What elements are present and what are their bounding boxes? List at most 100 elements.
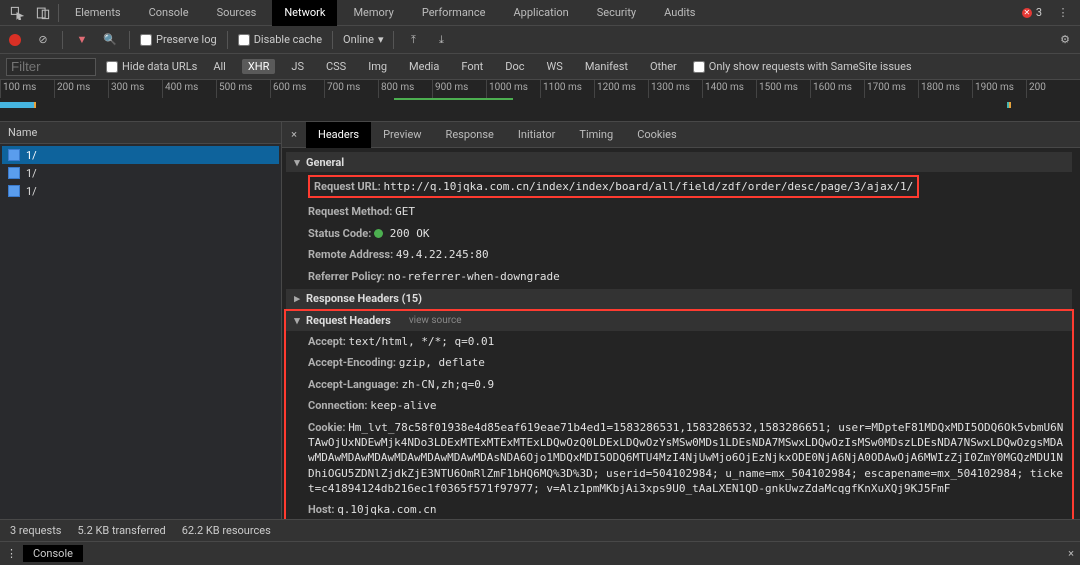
timeline-bar [0, 102, 36, 108]
col-header-name[interactable]: Name [0, 122, 281, 144]
request-row[interactable]: 1/ [2, 182, 279, 200]
remote-address-value: 49.4.22.245:80 [396, 248, 489, 261]
disable-cache-checkbox[interactable]: Disable cache [238, 33, 322, 46]
divider [227, 31, 228, 49]
type-filter-img[interactable]: Img [362, 59, 393, 74]
connection-value: keep-alive [370, 399, 436, 412]
status-requests: 3 requests [10, 524, 61, 537]
detail-tab-response[interactable]: Response [434, 122, 506, 148]
type-filter-other[interactable]: Other [644, 59, 683, 74]
section-response-headers-label: Response Headers (15) [306, 292, 422, 305]
divider [129, 31, 130, 49]
disable-cache-input[interactable] [238, 34, 250, 46]
throttle-select[interactable]: Online ▾ [343, 33, 383, 46]
timeline-tick: 1500 ms [756, 80, 810, 98]
file-icon [8, 149, 20, 161]
tab-elements[interactable]: Elements [63, 0, 133, 26]
section-response-headers[interactable]: ▸ Response Headers (15) [286, 289, 1072, 309]
type-filter-media[interactable]: Media [403, 59, 445, 74]
preserve-log-checkbox[interactable]: Preserve log [140, 33, 217, 46]
request-name: 1/ [26, 185, 37, 198]
status-code-key: Status Code: [308, 227, 371, 240]
section-request-headers[interactable]: ▾ Request Headers view source [286, 311, 1072, 331]
detail-tab-headers[interactable]: Headers [306, 122, 371, 148]
divider [62, 31, 63, 49]
tab-sources[interactable]: Sources [205, 0, 269, 26]
caret-down-icon: ▾ [292, 156, 302, 169]
tab-audits[interactable]: Audits [652, 0, 707, 26]
filter-input[interactable] [6, 58, 96, 76]
type-filter-css[interactable]: CSS [320, 59, 352, 74]
timeline-tick: 1800 ms [918, 80, 972, 98]
timeline-tick: 200 ms [54, 80, 108, 98]
section-general[interactable]: ▾ General [286, 152, 1072, 172]
accept-value: text/html, */*; q=0.01 [349, 335, 495, 348]
settings-icon[interactable]: ⋮ [1052, 2, 1074, 24]
clear-icon[interactable]: ⊘ [34, 31, 52, 49]
type-filter-font[interactable]: Font [455, 59, 489, 74]
record-button[interactable] [6, 31, 24, 49]
cookie-value: Hm_lvt_78c58f01938e4d85eaf619eae71b4ed1=… [308, 421, 1063, 496]
timeline-tick: 1600 ms [810, 80, 864, 98]
tab-application[interactable]: Application [501, 0, 580, 26]
type-filter-all[interactable]: All [207, 59, 232, 74]
close-icon[interactable]: × [282, 128, 306, 141]
detail-tab-timing[interactable]: Timing [567, 122, 625, 148]
samesite-label: Only show requests with SameSite issues [709, 60, 912, 73]
network-filterbar: Hide data URLs All XHR JS CSS Img Media … [0, 54, 1080, 80]
request-name: 1/ [26, 167, 37, 180]
type-filter-doc[interactable]: Doc [499, 59, 530, 74]
network-statusbar: 3 requests 5.2 KB transferred 62.2 KB re… [0, 519, 1080, 541]
type-filter-manifest[interactable]: Manifest [579, 59, 634, 74]
timeline-tick: 500 ms [216, 80, 270, 98]
accept-encoding-key: Accept-Encoding: [308, 356, 396, 369]
detail-tab-cookies[interactable]: Cookies [625, 122, 688, 148]
kebab-icon[interactable]: ⋮ [6, 547, 17, 560]
inspect-element-icon[interactable] [6, 2, 28, 24]
device-toolbar-icon[interactable] [32, 2, 54, 24]
accept-language-key: Accept-Language: [308, 378, 399, 391]
connection-key: Connection: [308, 399, 368, 412]
timeline-tick: 700 ms [324, 80, 378, 98]
timeline-tick: 900 ms [432, 80, 486, 98]
timeline-overview[interactable]: 100 ms 200 ms 300 ms 400 ms 500 ms 600 m… [0, 80, 1080, 122]
divider [393, 31, 394, 49]
export-har-icon[interactable]: ⤓ [432, 31, 450, 49]
hide-data-urls-checkbox[interactable]: Hide data URLs [106, 60, 197, 73]
timeline-tick: 1200 ms [594, 80, 648, 98]
search-icon[interactable]: 🔍 [101, 31, 119, 49]
tab-memory[interactable]: Memory [341, 0, 405, 26]
section-general-label: General [306, 156, 344, 169]
accept-encoding-value: gzip, deflate [399, 356, 485, 369]
view-source-link[interactable]: view source [409, 315, 462, 326]
preserve-log-input[interactable] [140, 34, 152, 46]
close-icon[interactable]: × [1068, 547, 1074, 560]
type-filter-js[interactable]: JS [285, 59, 310, 74]
request-detail-pane: × Headers Preview Response Initiator Tim… [282, 122, 1080, 519]
error-count-badge[interactable]: ✕ 3 [1022, 6, 1042, 19]
detail-tab-initiator[interactable]: Initiator [506, 122, 568, 148]
hide-data-urls-input[interactable] [106, 61, 118, 73]
network-toolbar: ⊘ ▼ 🔍 Preserve log Disable cache Online … [0, 26, 1080, 54]
timeline-tick: 600 ms [270, 80, 324, 98]
request-method-key: Request Method: [308, 205, 392, 218]
tab-security[interactable]: Security [585, 0, 648, 26]
error-count-text: 3 [1036, 6, 1042, 19]
request-row[interactable]: 1/ [2, 164, 279, 182]
drawer-tab-console[interactable]: Console [23, 545, 83, 562]
samesite-checkbox[interactable]: Only show requests with SameSite issues [693, 60, 912, 73]
gear-icon[interactable]: ⚙ [1056, 31, 1074, 49]
tab-performance[interactable]: Performance [410, 0, 498, 26]
throttle-value: Online [343, 33, 374, 46]
type-filter-ws[interactable]: WS [541, 59, 569, 74]
filter-toggle-icon[interactable]: ▼ [73, 31, 91, 49]
timeline-tick: 1300 ms [648, 80, 702, 98]
request-row[interactable]: 1/ [2, 146, 279, 164]
tab-network[interactable]: Network [272, 0, 337, 26]
detail-tab-preview[interactable]: Preview [371, 122, 433, 148]
import-har-icon[interactable]: ⤒ [404, 31, 422, 49]
samesite-input[interactable] [693, 61, 705, 73]
timeline-tick: 1900 ms [972, 80, 1026, 98]
tab-console[interactable]: Console [137, 0, 201, 26]
type-filter-xhr[interactable]: XHR [242, 59, 276, 74]
